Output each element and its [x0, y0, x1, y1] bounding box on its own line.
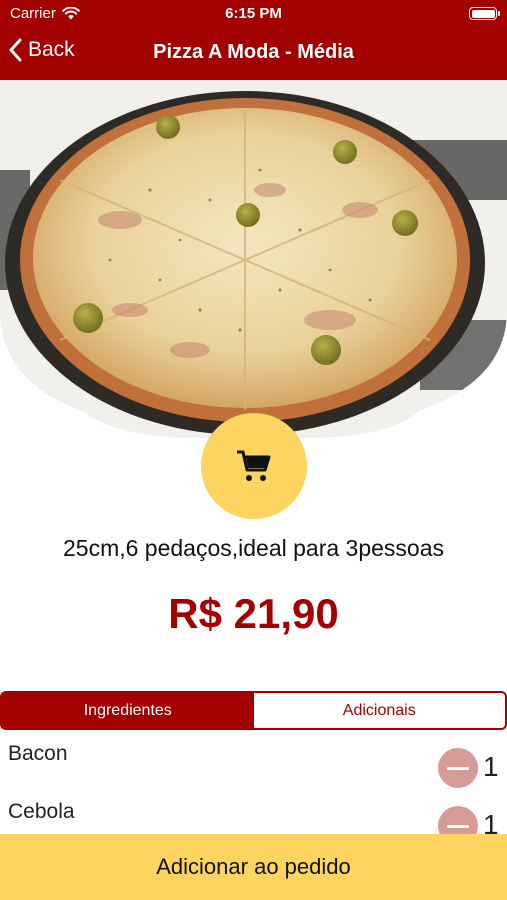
- list-item: Bacon 1: [0, 742, 507, 792]
- ingredient-name: Bacon: [8, 742, 68, 765]
- add-to-order-button[interactable]: Adicionar ao pedido: [0, 834, 507, 900]
- battery-level: [471, 9, 495, 18]
- minus-icon: [447, 766, 469, 770]
- status-time: 6:15 PM: [225, 5, 282, 22]
- ingredient-name: Cebola: [8, 800, 75, 823]
- tab-ingredientes[interactable]: Ingredientes: [2, 693, 254, 728]
- segmented-tabs: Ingredientes Adicionais: [0, 691, 507, 730]
- ingredient-quantity: 1: [483, 751, 499, 782]
- add-to-cart-button[interactable]: [201, 413, 307, 519]
- status-bar: Carrier 6:15 PM: [0, 0, 507, 28]
- product-price: R$ 21,90: [168, 590, 339, 637]
- battery-tip: [498, 11, 500, 16]
- pizza-image: [0, 80, 507, 438]
- tab-adicionais[interactable]: Adicionais: [253, 693, 505, 728]
- page-title: Pizza A Moda - Média: [153, 41, 354, 63]
- product-photo: [0, 80, 507, 440]
- minus-icon: [447, 824, 469, 828]
- product-description: 25cm,6 pedaços,ideal para 3pessoas: [62, 535, 445, 561]
- remove-ingredient-button[interactable]: [438, 748, 478, 788]
- battery-icon: [469, 7, 500, 20]
- shopping-cart-icon: [237, 450, 271, 481]
- header: Carrier 6:15 PM Back Pizza A Moda - Médi…: [0, 0, 507, 80]
